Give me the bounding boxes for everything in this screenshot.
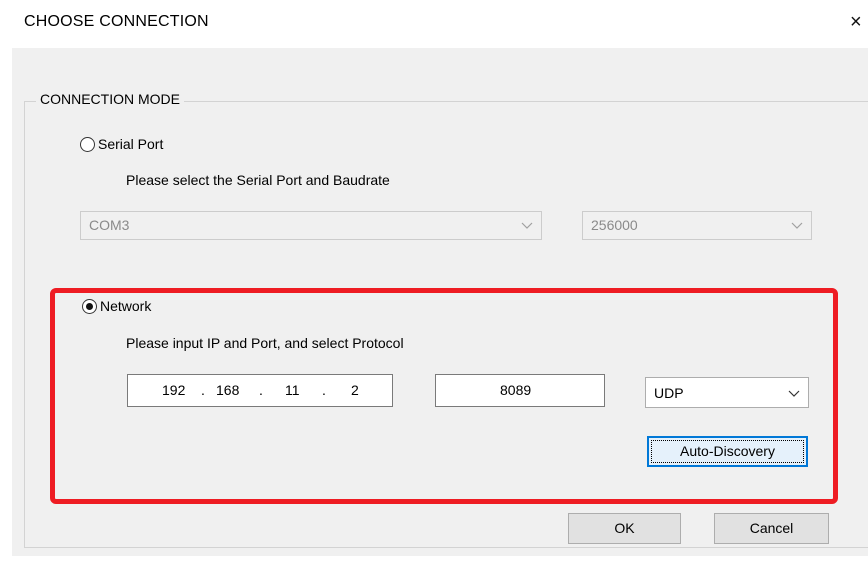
title-bar: CHOOSE CONNECTION ×	[0, 0, 868, 48]
serial-port-value: COM3	[89, 217, 130, 233]
baudrate-value: 256000	[591, 217, 638, 233]
serial-port-hint: Please select the Serial Port and Baudra…	[126, 172, 390, 188]
baudrate-select[interactable]: 256000	[582, 211, 812, 240]
serial-port-label[interactable]: Serial Port	[98, 136, 163, 152]
dialog-title: CHOOSE CONNECTION	[24, 13, 209, 30]
highlight-frame	[50, 288, 838, 504]
serial-port-radio[interactable]	[80, 137, 95, 152]
serial-port-select[interactable]: COM3	[80, 211, 542, 240]
connection-mode-legend: CONNECTION MODE	[36, 91, 184, 107]
close-icon[interactable]: ×	[850, 8, 868, 36]
chevron-down-icon	[521, 222, 533, 229]
ok-button[interactable]: OK	[568, 513, 681, 544]
cancel-button[interactable]: Cancel	[714, 513, 829, 544]
chevron-down-icon	[791, 222, 803, 229]
